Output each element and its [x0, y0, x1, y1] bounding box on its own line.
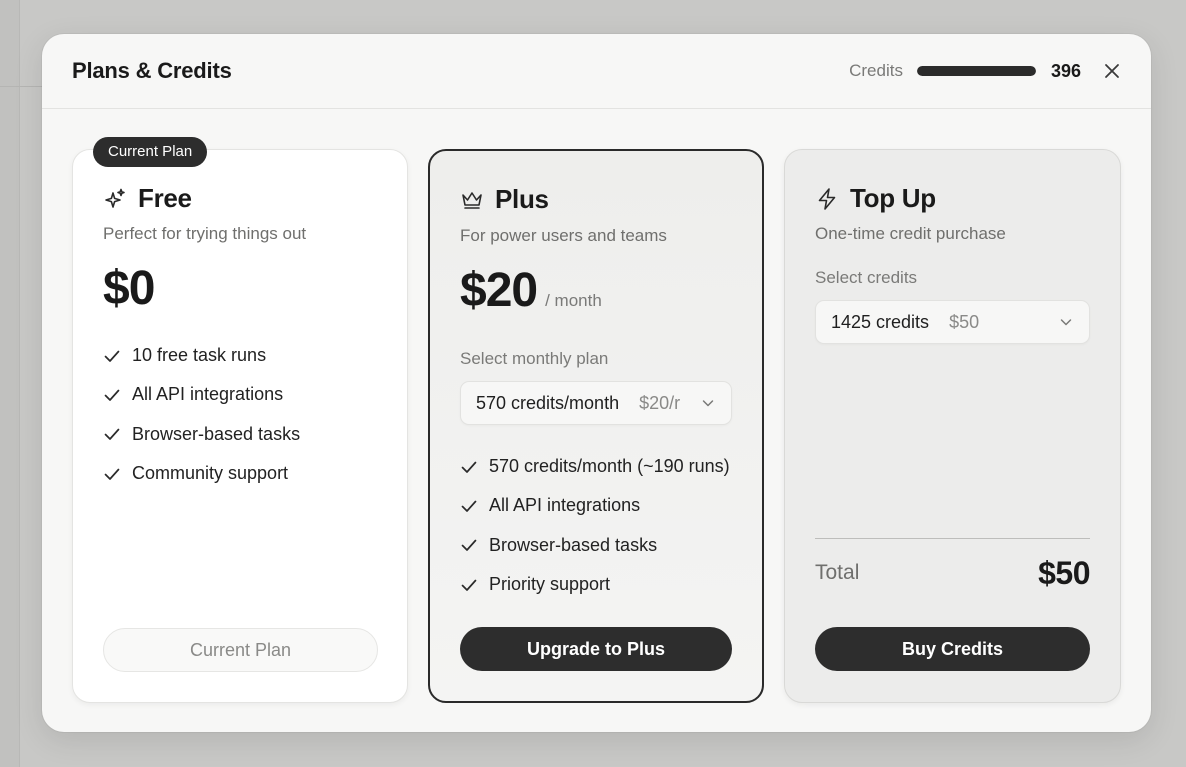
plan-header-plus: Plus [460, 184, 549, 215]
feature-label: 10 free task runs [132, 345, 267, 366]
total-divider [815, 538, 1090, 539]
background-divider [0, 86, 42, 87]
monthly-plan-label: Select monthly plan [460, 349, 609, 368]
check-icon [103, 425, 121, 443]
credits-select[interactable]: 1425 credits $50 [815, 300, 1090, 344]
select-price: $20/r [639, 392, 681, 413]
plan-card-free: Current Plan Free Perfect for trying thi… [72, 137, 408, 703]
total-label: Total [815, 561, 860, 584]
select-value: 1425 credits [831, 311, 930, 332]
price-row-plus: $20 / month [460, 263, 602, 318]
plan-period-plus: / month [545, 291, 602, 310]
check-icon [460, 497, 478, 515]
select-value: 570 credits/month [476, 392, 620, 413]
feature-label: Browser-based tasks [132, 423, 301, 444]
feature-item: 10 free task runs [103, 336, 300, 375]
feature-item: All API integrations [103, 375, 300, 414]
total-value: $50 [1038, 554, 1090, 591]
plan-cards: Current Plan Free Perfect for trying thi… [72, 137, 1121, 703]
plan-description-plus: For power users and teams [460, 226, 667, 245]
chevron-down-icon [1058, 314, 1074, 330]
check-icon [103, 386, 121, 404]
feature-list-free: 10 free task runs All API integrations B… [103, 336, 300, 493]
plans-modal: Plans & Credits Credits 396 Current Plan [42, 34, 1151, 732]
feature-item: All API integrations [460, 486, 730, 525]
feature-item: Browser-based tasks [103, 415, 300, 454]
close-icon [1105, 64, 1119, 78]
close-button[interactable] [1103, 62, 1121, 80]
feature-item: Priority support [460, 565, 730, 604]
chevron-down-icon [700, 395, 716, 411]
plan-card-topup: Top Up One-time credit purchase Select c… [784, 149, 1121, 703]
feature-label: Community support [132, 463, 289, 484]
feature-item: Browser-based tasks [460, 526, 730, 565]
plan-header-free: Free [103, 183, 192, 214]
lightning-icon [815, 187, 839, 211]
price-row-free: $0 [103, 261, 155, 316]
background-sidebar [0, 0, 20, 767]
feature-label: All API integrations [132, 384, 284, 405]
check-icon [460, 576, 478, 594]
select-price: $50 [949, 311, 980, 332]
plan-description-topup: One-time credit purchase [815, 224, 1006, 243]
modal-header: Plans & Credits Credits 396 [42, 34, 1151, 109]
total-row: Total $50 [815, 553, 1090, 593]
check-icon [460, 536, 478, 554]
check-icon [103, 347, 121, 365]
plan-header-topup: Top Up [815, 183, 936, 214]
credits-summary: Credits 396 [849, 61, 1121, 82]
feature-label: All API integrations [489, 495, 641, 516]
plan-description-free: Perfect for trying things out [103, 224, 307, 243]
plan-name-free: Free [138, 183, 192, 213]
plan-price-plus: $20 [460, 264, 538, 317]
buy-credits-button[interactable]: Buy Credits [815, 627, 1090, 671]
credits-progress-fill [916, 66, 1036, 76]
credits-select-label: Select credits [815, 268, 918, 287]
plan-price-free: $0 [103, 262, 155, 315]
feature-label: Priority support [489, 574, 611, 595]
crown-icon [460, 188, 484, 212]
credits-label: Credits [849, 61, 903, 80]
monthly-plan-select[interactable]: 570 credits/month $20/r [460, 381, 732, 425]
credits-count: 396 [1050, 60, 1081, 81]
feature-label: 570 credits/month (~190 runs) [489, 456, 730, 477]
modal-title: Plans & Credits [72, 58, 232, 83]
check-icon [460, 458, 478, 476]
plan-name-topup: Top Up [850, 183, 936, 213]
plan-card-plus: Plus For power users and teams $20 / mon… [428, 149, 764, 703]
current-plan-button[interactable]: Current Plan [103, 628, 378, 672]
upgrade-to-plus-button[interactable]: Upgrade to Plus [460, 627, 732, 671]
check-icon [103, 465, 121, 483]
plan-name-plus: Plus [495, 184, 549, 214]
feature-label: Browser-based tasks [489, 534, 658, 555]
current-plan-badge: Current Plan [93, 137, 208, 167]
feature-item: Community support [103, 454, 300, 493]
sparkles-icon [103, 187, 127, 211]
feature-item: 570 credits/month (~190 runs) [460, 447, 730, 486]
feature-list-plus: 570 credits/month (~190 runs) All API in… [460, 447, 730, 604]
credits-progress-bar [916, 66, 1036, 76]
